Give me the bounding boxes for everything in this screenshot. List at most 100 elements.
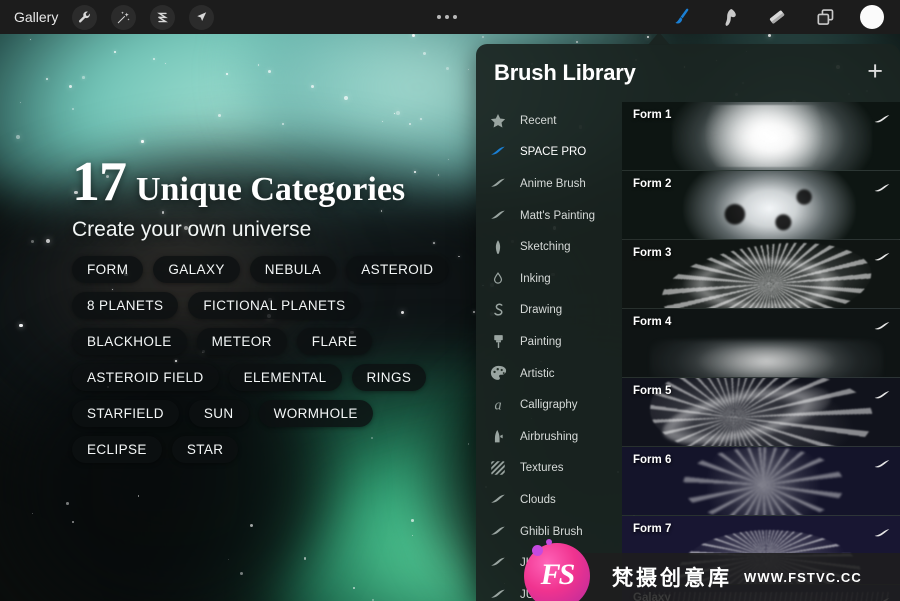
brush-set-item-clouds[interactable]: Clouds bbox=[476, 484, 622, 516]
brush-set-item-recent[interactable]: Recent bbox=[476, 105, 622, 137]
category-pill[interactable]: ECLIPSE bbox=[72, 436, 162, 463]
brush-set-label: SPACE PRO bbox=[520, 146, 587, 159]
headline-subtitle: Create your own universe bbox=[72, 218, 312, 241]
paintbrush-icon[interactable] bbox=[668, 4, 694, 30]
brush-set-item-drawing[interactable]: Drawing bbox=[476, 295, 622, 327]
artwork-headline: 17 Unique Categories Create your own uni… bbox=[72, 154, 472, 242]
brush-set-label: Inking bbox=[520, 272, 551, 285]
add-brush-plus-icon[interactable]: + bbox=[867, 58, 883, 88]
s-curve-icon bbox=[488, 300, 508, 320]
color-swatch-button[interactable] bbox=[860, 5, 884, 29]
brush-stroke-icon bbox=[488, 490, 508, 510]
brush-stroke-icon bbox=[488, 522, 508, 542]
brush-set-item-sketching[interactable]: Sketching bbox=[476, 231, 622, 263]
star-dot bbox=[311, 85, 315, 89]
category-pill[interactable]: GALAXY bbox=[153, 256, 240, 283]
brush-set-item-calligraphy[interactable]: a Calligraphy bbox=[476, 389, 622, 421]
brush-set-item-airbrushing[interactable]: Airbrushing bbox=[476, 421, 622, 453]
star-dot bbox=[71, 107, 75, 111]
star-dot bbox=[396, 111, 400, 115]
brush-item[interactable]: Form 1 bbox=[622, 102, 900, 171]
star-dot bbox=[473, 310, 476, 313]
star-dot bbox=[249, 523, 254, 527]
star-dot bbox=[393, 113, 395, 114]
brush-stroke-mark-icon bbox=[874, 318, 890, 330]
category-pill[interactable]: BLACKHOLE bbox=[72, 328, 187, 355]
hatch-square-icon bbox=[488, 458, 508, 478]
brush-item-label: Form 2 bbox=[633, 178, 672, 190]
brush-item-label: Form 6 bbox=[633, 454, 672, 466]
category-pill[interactable]: METEOR bbox=[196, 328, 287, 355]
category-pill[interactable]: FICTIONAL PLANETS bbox=[188, 292, 361, 319]
brush-library-panel: Brush Library + Recent SPACE PRO Anime Bru… bbox=[476, 44, 900, 601]
star-dot bbox=[457, 255, 460, 258]
smudge-icon[interactable] bbox=[716, 4, 742, 30]
category-pill[interactable]: STAR bbox=[171, 436, 239, 463]
brush-set-item-space-pro[interactable]: SPACE PRO bbox=[476, 137, 622, 169]
star-dot bbox=[467, 443, 470, 445]
star-dot bbox=[408, 122, 412, 126]
transform-arrow-icon[interactable] bbox=[189, 4, 215, 30]
star-dot bbox=[422, 51, 427, 56]
svg-text:a: a bbox=[494, 398, 501, 414]
brush-set-item-textures[interactable]: Textures bbox=[476, 453, 622, 485]
gallery-button[interactable]: Gallery bbox=[14, 9, 58, 25]
category-pill[interactable]: ELEMENTAL bbox=[228, 364, 342, 391]
star-dot bbox=[228, 558, 230, 560]
brush-item[interactable]: Form 2 bbox=[622, 171, 900, 240]
brush-library-header: Brush Library + bbox=[476, 44, 900, 102]
star-dot bbox=[344, 96, 349, 101]
category-pill[interactable]: STARFIELD bbox=[72, 400, 179, 427]
star-dot bbox=[303, 557, 307, 560]
brush-item[interactable]: Form 4 bbox=[622, 309, 900, 378]
star-dot bbox=[575, 40, 578, 43]
brush-set-item-anime-brush[interactable]: Anime Brush bbox=[476, 168, 622, 200]
letter-a-icon: a bbox=[488, 395, 508, 415]
actions-wrench-icon[interactable] bbox=[72, 4, 98, 30]
brush-item-list[interactable]: Form 1 Form 2 Form 3 Form 4 Form 5 Form 6 Form… bbox=[622, 102, 900, 601]
eraser-icon[interactable] bbox=[764, 4, 790, 30]
category-pill[interactable]: WORMHOLE bbox=[258, 400, 373, 427]
brush-stroke-icon bbox=[488, 206, 508, 226]
category-pill[interactable]: 8 PLANETS bbox=[72, 292, 179, 319]
airbrush-icon bbox=[488, 427, 508, 447]
brush-stroke-mark-icon bbox=[874, 249, 890, 261]
brush-set-item-artistic[interactable]: Artistic bbox=[476, 358, 622, 390]
brush-stroke-mark-icon bbox=[874, 456, 890, 468]
category-pill[interactable]: RINGS bbox=[351, 364, 427, 391]
brush-set-item-matt-s-painting[interactable]: Matt's Painting bbox=[476, 200, 622, 232]
watermark-url: WWW.FSTVC.CC bbox=[744, 569, 862, 585]
star-dot bbox=[281, 122, 284, 125]
brush-set-item-inking[interactable]: Inking bbox=[476, 263, 622, 295]
brush-stroke-icon bbox=[488, 553, 508, 573]
brush-library-body: Recent SPACE PRO Anime Brush Matt's Paintin… bbox=[476, 102, 900, 601]
brush-stroke-mark-icon bbox=[874, 525, 890, 537]
brush-set-sidebar[interactable]: Recent SPACE PRO Anime Brush Matt's Paintin… bbox=[476, 102, 622, 601]
selection-s-icon[interactable] bbox=[150, 4, 176, 30]
brush-item[interactable]: Form 6 bbox=[622, 447, 900, 516]
category-pill[interactable]: FORM bbox=[72, 256, 144, 283]
brush-item-label: Form 7 bbox=[633, 523, 672, 535]
brush-item-label: Form 5 bbox=[633, 385, 672, 397]
star-dot bbox=[66, 502, 69, 505]
toolbar-left-group: Gallery bbox=[0, 4, 215, 30]
layers-icon[interactable] bbox=[812, 4, 838, 30]
brush-stroke-icon bbox=[488, 585, 508, 601]
category-pill[interactable]: FLARE bbox=[296, 328, 373, 355]
category-pill[interactable]: ASTEROID bbox=[346, 256, 449, 283]
brush-set-label: Ghibli Brush bbox=[520, 525, 583, 538]
more-options-icon[interactable] bbox=[437, 0, 457, 34]
watermark-chinese-text: 梵摄创意库 bbox=[612, 566, 732, 590]
star-dot bbox=[30, 239, 35, 244]
brush-item[interactable]: Form 3 bbox=[622, 240, 900, 309]
brush-set-item-painting[interactable]: Painting bbox=[476, 326, 622, 358]
category-pill[interactable]: ASTEROID FIELD bbox=[72, 364, 219, 391]
category-pill[interactable]: SUN bbox=[188, 400, 249, 427]
star-dot bbox=[218, 113, 222, 117]
magic-wand-icon[interactable] bbox=[111, 4, 137, 30]
star-dot bbox=[239, 571, 243, 575]
brush-item-label: Form 1 bbox=[633, 109, 672, 121]
brush-item[interactable]: Form 5 bbox=[622, 378, 900, 447]
panel-title: Brush Library bbox=[494, 60, 636, 85]
category-pill[interactable]: NEBULA bbox=[249, 256, 337, 283]
